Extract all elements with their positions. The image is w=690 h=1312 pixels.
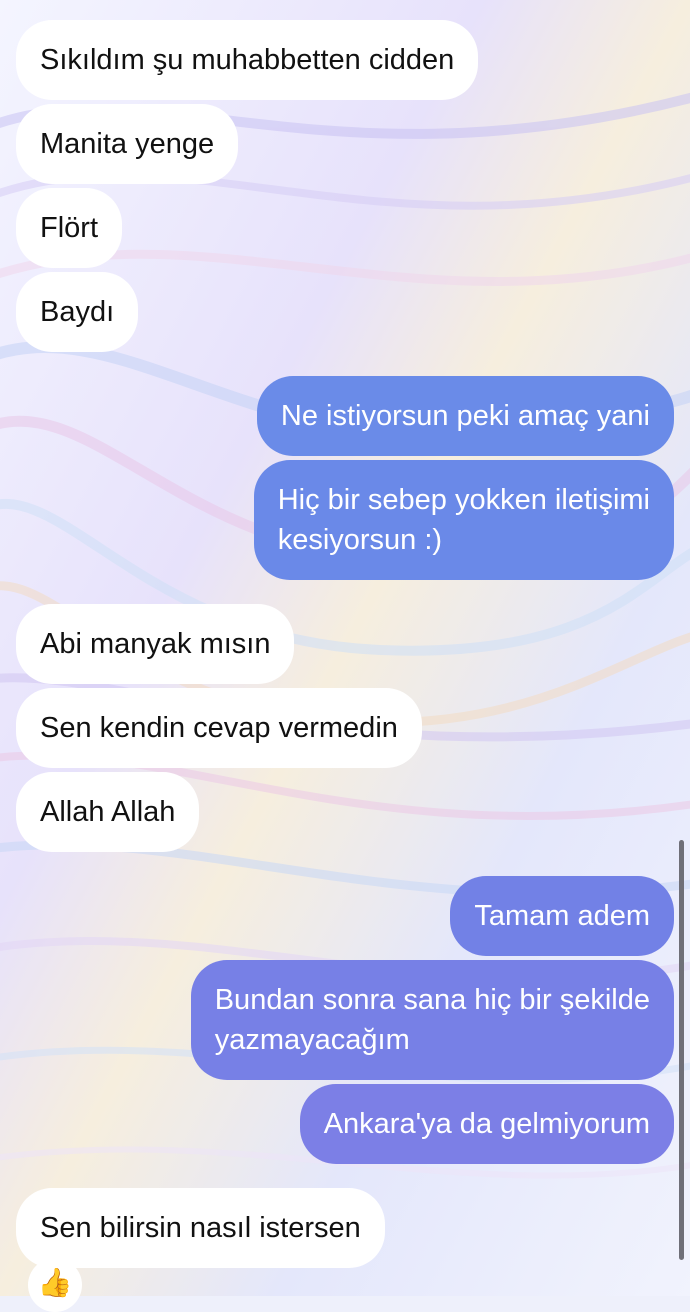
- message-bubble-incoming[interactable]: Baydı: [16, 272, 139, 352]
- message-bubble-incoming[interactable]: Abi manyak mısın: [16, 604, 295, 684]
- message-bubble-incoming[interactable]: Manita yenge: [16, 104, 239, 184]
- message-bubble-outgoing[interactable]: Ne istiyorsun peki amaç yani: [256, 376, 674, 456]
- message-bubble-incoming[interactable]: Flört: [16, 188, 122, 268]
- message-bubble-outgoing[interactable]: Tamam adem: [450, 876, 674, 956]
- message-bubble-outgoing[interactable]: Bundan sonra sana hiç bir şekilde yazmay…: [190, 960, 674, 1080]
- message-bubble-incoming[interactable]: Sen bilirsin nasıl istersen: [16, 1188, 385, 1268]
- message-bubble-outgoing[interactable]: Ankara'ya da gelmiyorum: [299, 1084, 674, 1164]
- message-bubble-incoming[interactable]: Sen kendin cevap vermedin: [16, 688, 422, 768]
- message-bubble-incoming[interactable]: Sıkıldım şu muhabbetten cidden: [16, 20, 479, 100]
- scrollbar[interactable]: [679, 840, 684, 1260]
- message-bubble-outgoing[interactable]: Hiç bir sebep yokken iletişimi kesiyorsu…: [253, 460, 674, 580]
- thumbs-up-reaction-icon[interactable]: 👍: [28, 1258, 82, 1312]
- message-bubble-incoming[interactable]: Allah Allah: [16, 772, 200, 852]
